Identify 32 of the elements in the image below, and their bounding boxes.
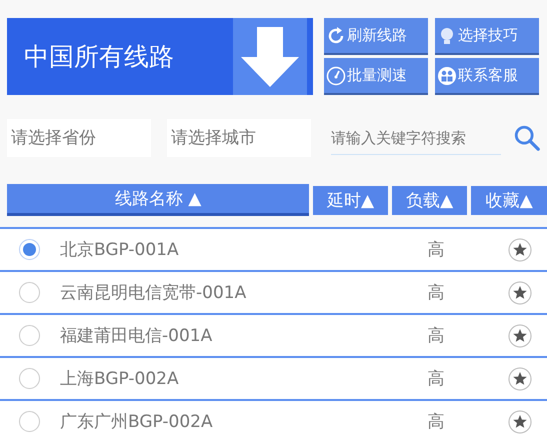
load-value: 高 bbox=[426, 368, 446, 390]
route-name: 云南昆明电信宽带-001A bbox=[60, 282, 248, 304]
action-button[interactable]: 刷新线路 bbox=[324, 18, 428, 55]
route-name: 北京BGP-001A bbox=[60, 239, 180, 261]
radio-button[interactable] bbox=[19, 368, 40, 389]
radio-button[interactable] bbox=[19, 325, 40, 346]
search-icon[interactable] bbox=[513, 124, 541, 152]
people-icon bbox=[437, 66, 457, 86]
action-button[interactable]: 选择技巧 bbox=[435, 18, 539, 55]
down-arrow-icon bbox=[241, 26, 299, 86]
refresh-icon bbox=[326, 26, 346, 46]
search-field[interactable]: 请输入关键字符搜索 bbox=[331, 122, 501, 154]
load-value: 高 bbox=[426, 282, 446, 304]
action-button[interactable]: 批量测速 bbox=[324, 58, 428, 95]
gauge-icon bbox=[326, 66, 346, 86]
action-button[interactable]: 联系客服 bbox=[435, 58, 539, 95]
load-value: 高 bbox=[426, 411, 446, 433]
route-name: 广东广州BGP-002A bbox=[60, 411, 214, 433]
route-name: 上海BGP-002A bbox=[60, 368, 180, 390]
column-header[interactable]: 延时▲ bbox=[313, 186, 388, 215]
province-field[interactable]: 请选择省份 bbox=[7, 119, 151, 157]
route-selector-button[interactable]: 中国所有线路 bbox=[7, 18, 313, 95]
column-header[interactable]: 线路名称 ▲ bbox=[7, 184, 310, 216]
load-value: 高 bbox=[426, 325, 446, 347]
column-header[interactable]: 收藏▲ bbox=[471, 186, 547, 215]
radio-button[interactable] bbox=[19, 411, 40, 432]
radio-button[interactable] bbox=[19, 282, 40, 303]
city-field[interactable]: 请选择城市 bbox=[167, 119, 311, 157]
route-name: 福建莆田电信-001A bbox=[60, 325, 214, 347]
column-header[interactable]: 负载▲ bbox=[392, 186, 468, 215]
radio-button[interactable] bbox=[19, 239, 40, 260]
load-value: 高 bbox=[426, 239, 446, 261]
